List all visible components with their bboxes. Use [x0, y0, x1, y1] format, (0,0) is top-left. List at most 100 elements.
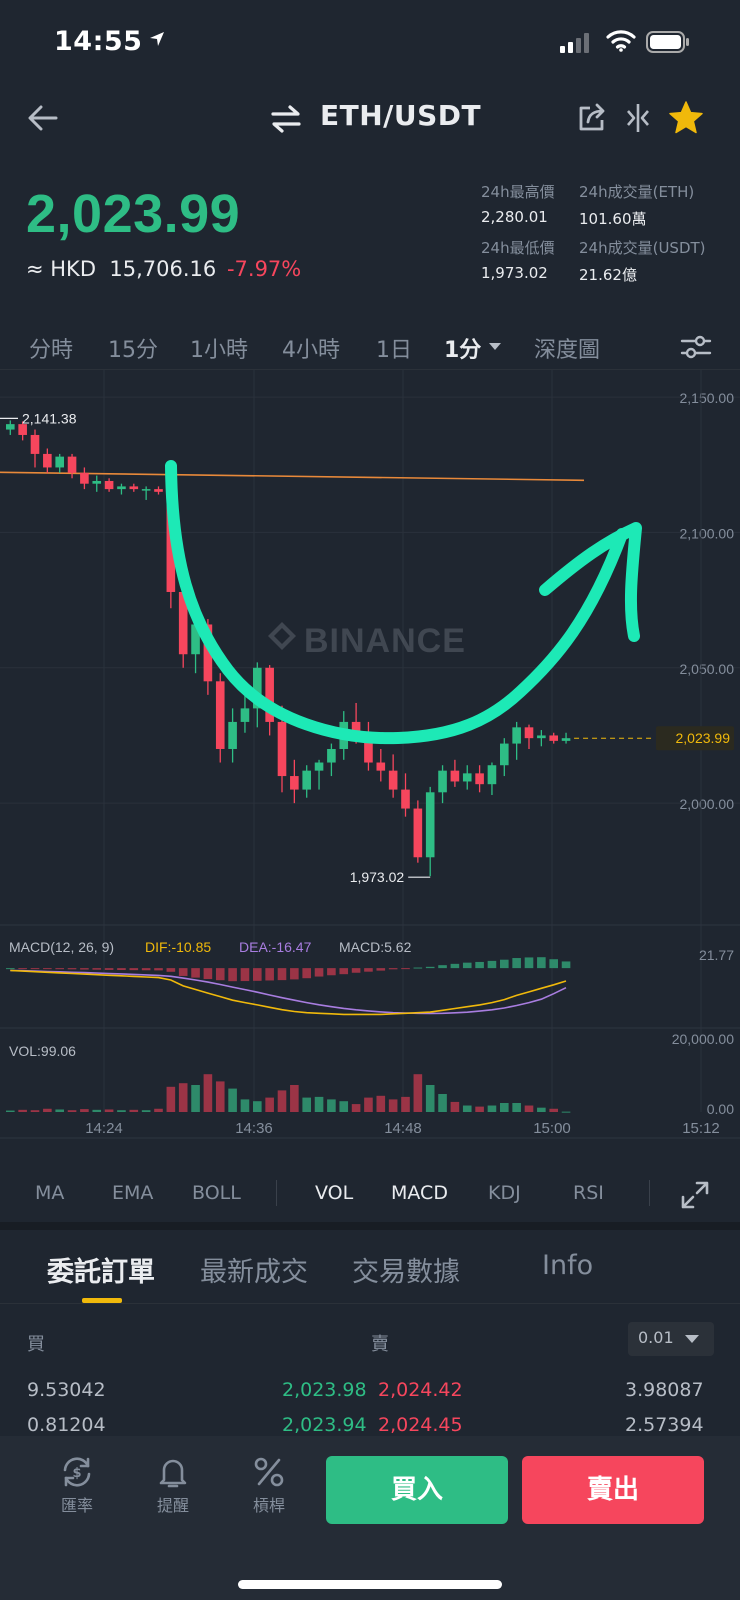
stat-low-value: 1,973.02	[481, 264, 548, 282]
volume-label: VOL:99.06	[9, 1043, 76, 1059]
candle-body	[388, 770, 398, 790]
volume-bar	[129, 1109, 139, 1112]
volume-bar	[314, 1096, 324, 1112]
x-tick-label: 14:48	[384, 1120, 422, 1137]
tab-info[interactable]: Info	[542, 1250, 593, 1281]
orderbook-sell-header: 賣	[371, 1334, 389, 1355]
tab-orderbook[interactable]: 委託訂單	[47, 1250, 155, 1289]
indicator-vol[interactable]: VOL	[315, 1182, 353, 1204]
candlestick-chart[interactable]: 2,150.00 2,100.00 2,050.00 2,000.00 BINANCE 2…	[0, 370, 740, 1160]
candle-body	[240, 708, 250, 722]
macd-histogram-bar	[462, 962, 472, 969]
tf-depth[interactable]: 深度圖	[534, 332, 600, 364]
x-tick-label: 15:00	[533, 1120, 571, 1137]
macd-histogram-bar	[450, 963, 460, 969]
alert-label: 提醒	[156, 1496, 189, 1515]
volume-bar	[500, 1103, 509, 1112]
alert-button[interactable]: 提醒	[138, 1454, 208, 1516]
precision-value: 0.01	[638, 1328, 674, 1347]
tf-4h[interactable]: 4小時	[282, 332, 340, 364]
candle	[438, 765, 447, 804]
macd-histogram-bar	[55, 968, 64, 970]
chart-settings-icon[interactable]	[680, 334, 712, 360]
tf-15m[interactable]: 15分	[108, 332, 158, 364]
candle	[290, 759, 299, 804]
volume-bar	[462, 1105, 472, 1112]
candle	[302, 765, 311, 798]
indicator-kdj[interactable]: KDJ	[488, 1182, 521, 1204]
volume-bar	[549, 1108, 558, 1112]
volume-axis-top: 20,000.00	[672, 1031, 734, 1047]
candle-body	[30, 434, 40, 454]
bid-price[interactable]: 2,023.94	[282, 1414, 367, 1436]
exchange-rate-icon: $	[63, 1457, 91, 1487]
fiat-price-row: ≈ HKD 15,706.16 -7.97%	[26, 257, 301, 281]
volume-bar	[425, 1085, 435, 1112]
ask-price[interactable]: 2,024.45	[378, 1414, 463, 1436]
chart-canvas[interactable]: 2,150.00 2,100.00 2,050.00 2,000.00 BINANCE 2…	[0, 370, 740, 1160]
indicator-ema[interactable]: EMA	[112, 1182, 153, 1204]
exchange-rate-button[interactable]: $ 匯率	[42, 1454, 112, 1516]
chevron-down-icon[interactable]	[488, 342, 502, 351]
candle	[561, 732, 571, 744]
ask-qty: 2.57394	[625, 1414, 704, 1436]
pair-title[interactable]: ETH/USDT	[320, 99, 481, 132]
stat-vol-quote-label: 24h成交量(USDT)	[579, 239, 706, 257]
wifi-icon	[606, 30, 636, 52]
sell-button[interactable]: 賣出	[522, 1456, 704, 1524]
macd-histogram-bar	[104, 968, 114, 970]
candle-body	[314, 762, 324, 771]
annotation-curve	[165, 460, 628, 745]
candle	[129, 483, 139, 492]
orderbook-tabs: 委託訂單 最新成交 交易數據 Info	[0, 1230, 740, 1304]
indicator-rsi[interactable]: RSI	[573, 1182, 604, 1204]
macd-histogram-bar	[92, 968, 102, 970]
indicator-macd[interactable]: MACD	[391, 1182, 448, 1204]
macd-histogram-bar	[129, 968, 139, 971]
tf-1m[interactable]: 1分	[444, 332, 481, 364]
bid-price[interactable]: 2,023.98	[282, 1379, 367, 1401]
back-arrow-icon[interactable]	[26, 101, 60, 135]
candle	[43, 448, 52, 473]
indicator-ma[interactable]: MA	[35, 1182, 64, 1204]
indicator-boll[interactable]: BOLL	[192, 1182, 241, 1204]
leverage-label: 槓桿	[252, 1496, 285, 1515]
candle-body	[104, 480, 114, 490]
candle-body	[425, 792, 435, 858]
macd-histogram-bar	[339, 968, 349, 975]
volume-bar	[67, 1110, 77, 1112]
timeframe-bar: 分時 15分 1小時 4小時 1日 1分 深度圖	[0, 322, 740, 370]
tab-recent-trades[interactable]: 最新成交	[200, 1250, 308, 1289]
fullscreen-expand-icon[interactable]	[680, 1180, 710, 1210]
high-price-label: 2,141.38	[22, 410, 77, 426]
candle-body	[277, 721, 287, 777]
macd-histogram-bar	[549, 959, 558, 969]
binance-watermark: BINANCE	[268, 622, 466, 660]
swap-arrows-icon[interactable]	[270, 104, 302, 134]
candle-body	[327, 748, 336, 763]
volume-bar	[290, 1085, 299, 1112]
fiat-prefix: ≈ HKD	[26, 257, 97, 281]
buy-button[interactable]: 買入	[326, 1456, 508, 1524]
ask-price[interactable]: 2,024.42	[378, 1379, 463, 1401]
macd-histogram-bar	[67, 968, 77, 970]
tab-trade-data[interactable]: 交易數據	[352, 1250, 460, 1289]
active-tab-underline	[82, 1298, 122, 1303]
tf-1h[interactable]: 1小時	[190, 332, 248, 364]
macd-histogram-bar	[141, 968, 151, 971]
precision-select[interactable]: 0.01	[628, 1322, 714, 1356]
star-favorite-icon[interactable]	[668, 100, 704, 136]
tf-line[interactable]: 分時	[29, 332, 73, 364]
candle-body	[524, 727, 534, 739]
watermark-text: BINANCE	[304, 622, 466, 660]
candle	[154, 486, 163, 495]
stat-vol-base-label: 24h成交量(ETH)	[579, 183, 695, 201]
compare-candles-icon[interactable]	[624, 102, 652, 134]
tf-1d[interactable]: 1日	[376, 332, 412, 364]
macd-dea-label: DEA:-16.47	[239, 939, 312, 955]
share-icon[interactable]	[576, 102, 608, 134]
candle-body	[55, 456, 64, 468]
macd-histogram-bar	[376, 968, 386, 971]
volume-bar	[154, 1108, 163, 1112]
leverage-button[interactable]: 槓桿	[234, 1454, 304, 1516]
